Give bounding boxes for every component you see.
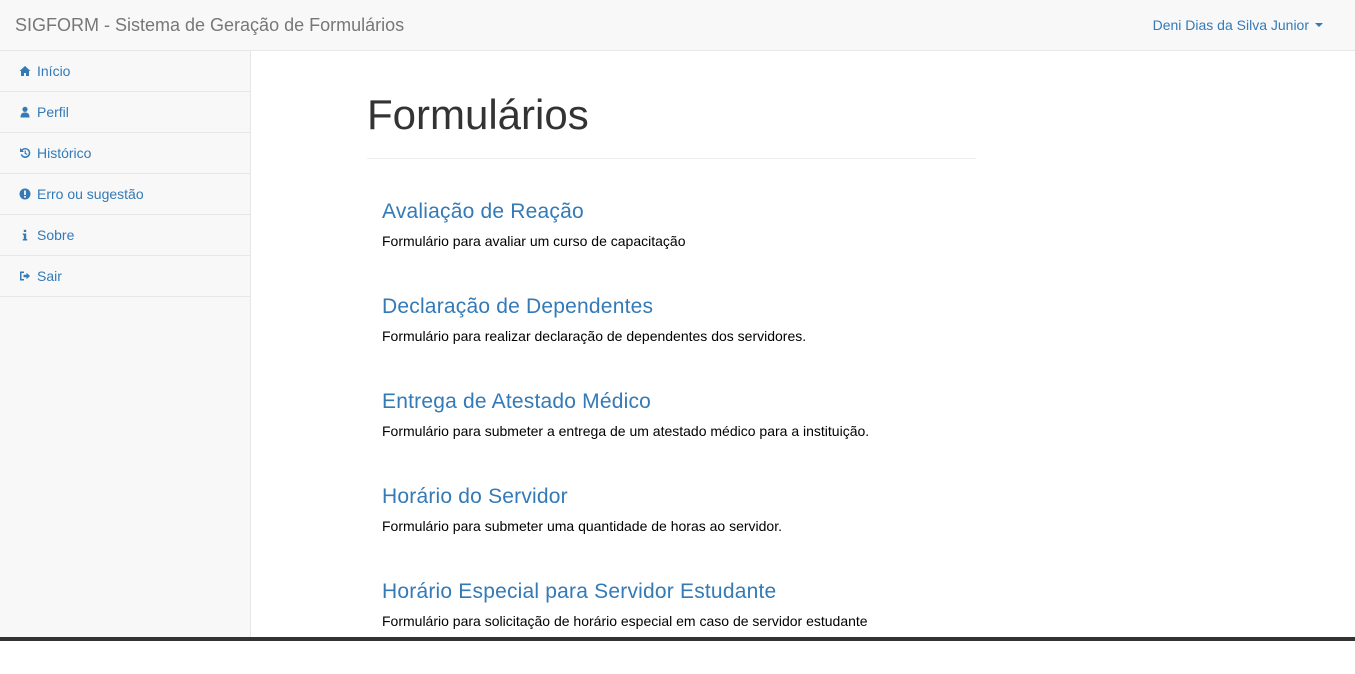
exclamation-icon: [18, 188, 31, 201]
form-link-avaliacao-reacao[interactable]: Avaliação de Reação: [382, 199, 976, 225]
form-item: Entrega de Atestado Médico Formulário pa…: [382, 389, 976, 484]
form-description: Formulário para avaliar um curso de capa…: [382, 233, 686, 249]
user-menu-dropdown[interactable]: Deni Dias da Silva Junior: [1153, 16, 1323, 34]
app-brand[interactable]: SIGFORM - Sistema de Geração de Formulár…: [15, 15, 404, 35]
sidebar-item-label[interactable]: Sair: [37, 268, 62, 284]
sidebar-item-label[interactable]: Início: [37, 63, 70, 79]
home-icon: [18, 65, 31, 78]
form-link-declaracao-dependentes[interactable]: Declaração de Dependentes: [382, 294, 976, 320]
form-item: Declaração de Dependentes Formulário par…: [382, 294, 976, 389]
sidebar-item-sobre[interactable]: Sobre: [0, 215, 250, 256]
form-link-atestado-medico[interactable]: Entrega de Atestado Médico: [382, 389, 976, 415]
form-description: Formulário para submeter uma quantidade …: [382, 518, 782, 534]
user-name[interactable]: Deni Dias da Silva Junior: [1153, 16, 1309, 34]
form-description: Formulário para solicitação de horário e…: [382, 613, 868, 629]
main-content: Formulários Avaliação de Reação Formulár…: [367, 51, 976, 674]
bottom-border: [0, 637, 1355, 641]
sidebar-item-perfil[interactable]: Perfil: [0, 92, 250, 133]
page-title: Formulários: [367, 91, 976, 159]
sidebar-item-inicio[interactable]: Início: [0, 51, 250, 92]
user-icon: [18, 106, 31, 119]
form-item: Avaliação de Reação Formulário para aval…: [382, 199, 976, 294]
form-description: Formulário para submeter a entrega de um…: [382, 423, 870, 439]
sidebar-item-label[interactable]: Histórico: [37, 145, 91, 161]
sidebar-item-label[interactable]: Sobre: [37, 227, 74, 243]
logout-icon: [18, 270, 31, 283]
form-description: Formulário para realizar declaração de d…: [382, 328, 807, 344]
top-navbar: SIGFORM - Sistema de Geração de Formulár…: [0, 0, 1355, 51]
sidebar-item-sair[interactable]: Sair: [0, 256, 250, 297]
sidebar: Início Perfil Histórico Erro ou sugestão…: [0, 51, 251, 637]
caret-down-icon[interactable]: [1315, 23, 1323, 27]
sidebar-item-historico[interactable]: Histórico: [0, 133, 250, 174]
sidebar-item-label[interactable]: Perfil: [37, 104, 69, 120]
info-icon: [18, 229, 31, 242]
sidebar-item-label[interactable]: Erro ou sugestão: [37, 186, 144, 202]
history-icon: [18, 147, 31, 160]
form-item: Horário do Servidor Formulário para subm…: [382, 484, 976, 579]
form-item: Horário Especial para Servidor Estudante…: [382, 579, 976, 674]
form-list: Avaliação de Reação Formulário para aval…: [367, 199, 976, 674]
sidebar-item-erro-sugestao[interactable]: Erro ou sugestão: [0, 174, 250, 215]
form-link-horario-servidor[interactable]: Horário do Servidor: [382, 484, 976, 510]
form-link-horario-especial-estudante[interactable]: Horário Especial para Servidor Estudante: [382, 579, 976, 605]
